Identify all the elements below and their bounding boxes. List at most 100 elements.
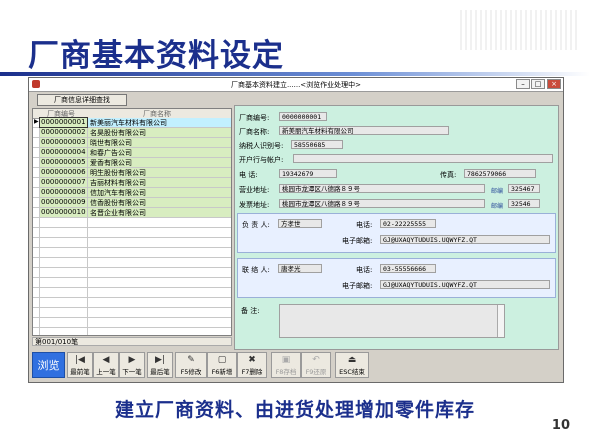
next-record-button[interactable]: ▶ 下一笔 bbox=[119, 352, 145, 378]
record-counter: 第001/010笔 bbox=[32, 337, 232, 346]
bank-account-field[interactable] bbox=[293, 154, 553, 163]
empty-table-row[interactable] bbox=[33, 318, 231, 328]
edit-button[interactable]: ✎ F5修改 bbox=[175, 352, 207, 378]
table-row[interactable]: ▶ 0000000001 新美丽汽车材料有限公司 bbox=[33, 117, 231, 128]
vendor-code-cell[interactable]: 0000000005 bbox=[40, 158, 87, 167]
toolbar-button-label: 上一笔 bbox=[96, 368, 116, 376]
table-row[interactable]: 0000000004 和春广告公司 bbox=[33, 148, 231, 158]
vendor-code-cell[interactable]: 0000000008 bbox=[40, 188, 87, 197]
exit-button[interactable]: ⏏ ESC结束 bbox=[335, 352, 369, 378]
row-selector-marker: ▶ bbox=[34, 118, 39, 125]
table-row[interactable]: 0000000006 明生股份有限公司 bbox=[33, 168, 231, 178]
maximize-button[interactable]: □ bbox=[531, 79, 545, 89]
empty-table-row[interactable] bbox=[33, 248, 231, 258]
toolbar-button-label: F6新增 bbox=[211, 368, 233, 376]
vendor-code-label: 厂商编号: bbox=[239, 114, 270, 122]
vendor-name-cell[interactable]: 新美丽汽车材料有限公司 bbox=[88, 118, 231, 127]
new-button[interactable]: ▢ F6新增 bbox=[207, 352, 237, 378]
vendor-grid[interactable]: 厂商编号 厂商名称 ▶ 0000000001 新美丽汽车材料有限公司 00000000… bbox=[32, 108, 232, 336]
vendor-name-cell[interactable]: 信香股份有限公司 bbox=[88, 198, 231, 207]
owner-phone-field[interactable]: 02-22225555 bbox=[380, 219, 436, 228]
vendor-name-cell[interactable]: 吉丽材料有限公司 bbox=[88, 178, 231, 187]
toolbar-button-label: 最前笔 bbox=[70, 368, 90, 376]
vendor-search-button[interactable]: 厂商信息详细查找 bbox=[37, 94, 127, 106]
table-row[interactable]: 0000000010 名晋企业有限公司 bbox=[33, 208, 231, 218]
table-row[interactable]: 0000000007 吉丽材料有限公司 bbox=[33, 178, 231, 188]
table-row[interactable]: 0000000005 爱香有限公司 bbox=[33, 158, 231, 168]
table-row[interactable]: 0000000009 信香股份有限公司 bbox=[33, 198, 231, 208]
vendor-code-cell[interactable]: 0000000002 bbox=[40, 128, 87, 137]
toolbar-button-label: F5修改 bbox=[180, 368, 202, 376]
last-record-button[interactable]: ▶| 最后笔 bbox=[147, 352, 173, 378]
toolbar-button-label: F7删除 bbox=[241, 368, 263, 376]
close-button[interactable]: × bbox=[547, 79, 561, 89]
save-button[interactable]: ▣ F8存档 bbox=[271, 352, 301, 378]
minimize-button[interactable]: – bbox=[516, 79, 530, 89]
prev-record-icon: ◀ bbox=[102, 355, 110, 365]
invoice-zip-field[interactable]: 32546 bbox=[508, 199, 540, 208]
empty-table-row[interactable] bbox=[33, 288, 231, 298]
prev-record-button[interactable]: ◀ 上一笔 bbox=[93, 352, 119, 378]
vendor-name-cell[interactable]: 和春广告公司 bbox=[88, 148, 231, 157]
bank-account-label: 开户行与帐户: bbox=[239, 156, 284, 164]
decorative-pattern bbox=[460, 10, 580, 50]
invoice-address-label: 发票地址: bbox=[239, 201, 270, 209]
empty-table-row[interactable] bbox=[33, 238, 231, 248]
vendor-name-cell[interactable]: 明生股份有限公司 bbox=[88, 168, 231, 177]
slide-title: 厂商基本资料设定 bbox=[28, 38, 284, 74]
business-zip-field[interactable]: 325467 bbox=[508, 184, 540, 193]
vendor-name-cell[interactable]: 名昊股份有限公司 bbox=[88, 128, 231, 137]
vendor-code-cell[interactable]: 0000000006 bbox=[40, 168, 87, 177]
phone-field[interactable]: 19342679 bbox=[279, 169, 337, 178]
table-row[interactable]: 0000000002 名昊股份有限公司 bbox=[33, 128, 231, 138]
browse-mode-button[interactable]: 浏览 bbox=[32, 352, 65, 378]
toolbar-button-label: 最后笔 bbox=[150, 368, 170, 376]
vendor-code-cell[interactable]: 0000000003 bbox=[40, 138, 87, 147]
title-divider bbox=[0, 72, 590, 76]
exit-icon: ⏏ bbox=[347, 355, 357, 365]
invoice-address-field[interactable]: 桃园市龙潭区八德路８９号 bbox=[279, 199, 485, 208]
contact-name-field[interactable]: 唐孝光 bbox=[278, 264, 322, 273]
undo-button[interactable]: ↶ F9还原 bbox=[301, 352, 331, 378]
vendor-window: 厂商基本资料建立......<浏览作业处理中> – □ × 厂商信息详细查找 厂… bbox=[28, 77, 564, 383]
owner-email-field[interactable]: GJ@UXAQYTUDUIS.UQWYFZ.QT bbox=[380, 235, 550, 244]
vendor-code-cell[interactable]: 0000000009 bbox=[40, 198, 87, 207]
owner-name-field[interactable]: 方孝世 bbox=[278, 219, 322, 228]
vendor-code-cell[interactable]: 0000000004 bbox=[40, 148, 87, 157]
empty-table-row[interactable] bbox=[33, 258, 231, 268]
empty-table-row[interactable] bbox=[33, 298, 231, 308]
empty-table-row[interactable] bbox=[33, 268, 231, 278]
contact-email-field[interactable]: GJ@UXAQYTUDUIS.UQWYFZ.QT bbox=[380, 280, 550, 289]
memo-scrollbar[interactable] bbox=[497, 305, 504, 337]
contact-phone-field[interactable]: 03-55556666 bbox=[380, 264, 436, 273]
owner-email-label: 电子邮箱: bbox=[342, 237, 373, 245]
empty-table-row[interactable] bbox=[33, 228, 231, 238]
vendor-name-cell[interactable]: 名晋企业有限公司 bbox=[88, 208, 231, 217]
table-row[interactable]: 0000000003 晓世有限公司 bbox=[33, 138, 231, 148]
memo-textarea[interactable] bbox=[279, 304, 505, 338]
owner-phone-label: 电话: bbox=[356, 221, 373, 229]
vendor-code-cell[interactable]: 0000000001 bbox=[39, 117, 88, 128]
vendor-code-cell[interactable]: 0000000010 bbox=[40, 208, 87, 217]
phone-label: 电 话: bbox=[239, 171, 258, 179]
tax-id-field[interactable]: 58550685 bbox=[291, 140, 343, 149]
tax-id-label: 纳税人识别号: bbox=[239, 142, 284, 150]
toolbar-button-label: F9还原 bbox=[305, 368, 327, 376]
vendor-name-cell[interactable]: 信加汽车有限公司 bbox=[88, 188, 231, 197]
vendor-name-field[interactable]: 新美丽汽车材料有限公司 bbox=[279, 126, 449, 135]
vendor-name-label: 厂商名称: bbox=[239, 128, 270, 136]
vendor-name-cell[interactable]: 晓世有限公司 bbox=[88, 138, 231, 147]
vendor-code-cell[interactable]: 0000000007 bbox=[40, 178, 87, 187]
empty-table-row[interactable] bbox=[33, 218, 231, 228]
invoice-zip-label: 邮编 bbox=[491, 203, 504, 210]
vendor-name-cell[interactable]: 爱香有限公司 bbox=[88, 158, 231, 167]
table-row[interactable]: 0000000008 信加汽车有限公司 bbox=[33, 188, 231, 198]
delete-button[interactable]: ✖ F7删除 bbox=[237, 352, 267, 378]
empty-table-row[interactable] bbox=[33, 308, 231, 318]
business-address-field[interactable]: 桃园市龙潭区八德路８９号 bbox=[279, 184, 485, 193]
window-titlebar[interactable]: 厂商基本资料建立......<浏览作业处理中> – □ × bbox=[29, 78, 563, 92]
vendor-code-field[interactable]: 0000000001 bbox=[279, 112, 327, 121]
empty-table-row[interactable] bbox=[33, 278, 231, 288]
fax-field[interactable]: 7862579066 bbox=[464, 169, 536, 178]
first-record-button[interactable]: |◀ 最前笔 bbox=[67, 352, 93, 378]
